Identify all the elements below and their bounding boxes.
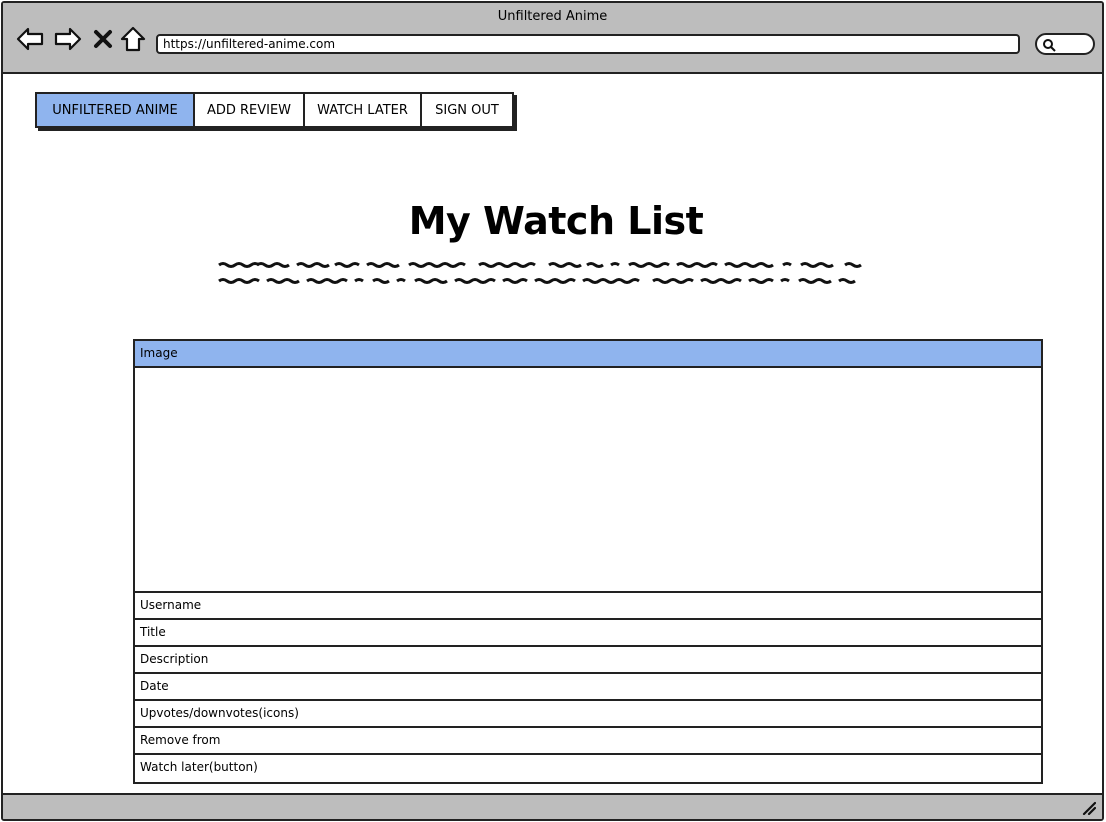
main-nav: UNFILTERED ANIME ADD REVIEW WATCH LATER … [35, 92, 514, 128]
resize-grip-icon[interactable] [1082, 801, 1096, 815]
tab-unfiltered-anime[interactable]: UNFILTERED ANIME [37, 94, 195, 126]
status-bar [3, 793, 1102, 819]
placeholder-text-scribble [218, 262, 862, 284]
page-title: My Watch List [408, 199, 704, 243]
address-bar[interactable]: https://unfiltered-anime.com [156, 34, 1020, 54]
home-icon[interactable] [119, 25, 147, 53]
card-row-votes[interactable]: Upvotes/downvotes(icons) [135, 701, 1041, 728]
browser-search-box[interactable] [1035, 33, 1095, 55]
card-row-date: Date [135, 674, 1041, 701]
card-row-username: Username [135, 593, 1041, 620]
search-icon [1043, 39, 1056, 52]
window-title: Unfiltered Anime [497, 9, 608, 24]
card-row-description: Description [135, 647, 1041, 674]
anime-image-placeholder [135, 368, 1041, 593]
card-row-remove[interactable]: Remove from [135, 728, 1041, 755]
card-image-header: Image [135, 341, 1041, 368]
card-row-watch-later-button[interactable]: Watch later(button) [135, 755, 1041, 782]
stop-x-icon[interactable] [91, 25, 115, 53]
watch-list-card: Image Username Title Description Date Up… [133, 339, 1043, 784]
forward-arrow-icon[interactable] [53, 25, 83, 53]
tab-add-review[interactable]: ADD REVIEW [195, 94, 305, 126]
tab-sign-out[interactable]: SIGN OUT [422, 94, 512, 126]
browser-chrome: Unfiltered Anime https://unfiltered-anim… [3, 3, 1102, 74]
browser-window: Unfiltered Anime https://unfiltered-anim… [1, 1, 1104, 821]
tab-watch-later[interactable]: WATCH LATER [305, 94, 422, 126]
back-arrow-icon[interactable] [15, 25, 45, 53]
card-row-title: Title [135, 620, 1041, 647]
